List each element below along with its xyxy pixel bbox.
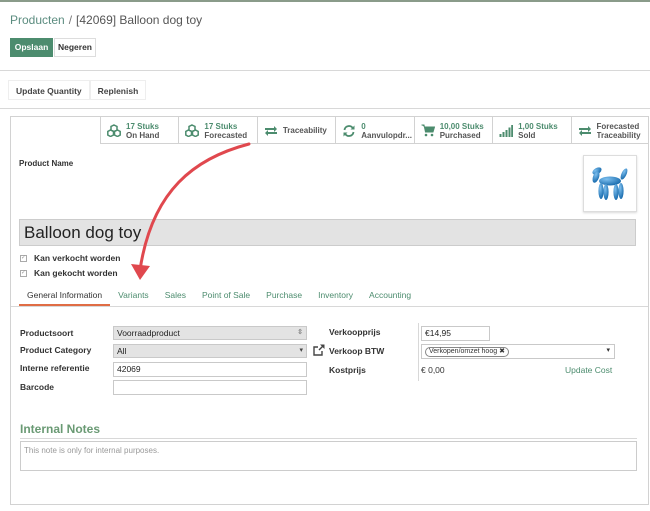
cart-icon bbox=[421, 124, 435, 138]
purchased-value: 10,00 Stuks bbox=[439, 121, 484, 131]
sold-value: 1,00 Stuks bbox=[518, 121, 558, 131]
internal-notes-placeholder: This note is only for internal purposes. bbox=[24, 446, 160, 455]
forecasted-button[interactable]: 17 Stuks Forecasted bbox=[178, 117, 256, 144]
update-quantity-button[interactable]: Update Quantity bbox=[8, 80, 90, 100]
product-category-label: Product Category bbox=[20, 345, 92, 355]
breadcrumb-current: [42069] Balloon dog toy bbox=[76, 13, 203, 27]
on-hand-button[interactable]: 17 Stuks On Hand bbox=[100, 117, 178, 144]
replenish-label: Aanvulopdr... bbox=[361, 130, 412, 140]
can-be-sold-checkbox[interactable]: ✓ bbox=[20, 254, 27, 262]
can-be-sold-row: ✓ Kan verkocht worden bbox=[20, 253, 120, 263]
internal-reference-input[interactable]: 42069 bbox=[113, 362, 307, 377]
discard-button[interactable]: Negeren bbox=[54, 38, 96, 57]
internal-notes-title: Internal Notes bbox=[20, 422, 101, 436]
product-image[interactable] bbox=[583, 155, 637, 212]
cubes-icon bbox=[185, 124, 200, 138]
barcode-label: Barcode bbox=[20, 382, 55, 392]
sales-tax-label: Verkoop BTW bbox=[329, 346, 385, 356]
tax-tag: Verkopen/omzet hoog ✖ bbox=[425, 347, 509, 357]
chevron-down-icon: ▾ bbox=[299, 347, 303, 354]
divider bbox=[0, 108, 650, 109]
on-hand-label: On Hand bbox=[126, 130, 160, 140]
sales-price-input[interactable]: €14,95 bbox=[421, 326, 490, 341]
can-be-purchased-checkbox[interactable]: ✓ bbox=[20, 269, 27, 277]
purchased-label: Purchased bbox=[439, 130, 481, 140]
breadcrumb-parent-link[interactable]: Producten bbox=[10, 13, 65, 27]
internal-reference-label: Interne referentie bbox=[20, 363, 90, 373]
tab-variants[interactable]: Variants bbox=[110, 286, 157, 306]
internal-notes-textarea[interactable]: This note is only for internal purposes. bbox=[20, 441, 637, 471]
sales-tax-field[interactable]: Verkopen/omzet hoog ✖ ▾ bbox=[421, 344, 615, 359]
notes-divider bbox=[20, 438, 637, 439]
smart-buttons: 17 Stuks On Hand 17 Stuks Forecasted Trace… bbox=[100, 117, 649, 144]
notebook-tabs: General Information Variants Sales Point… bbox=[19, 286, 419, 306]
chevron-down-icon[interactable]: ▾ bbox=[606, 346, 610, 354]
tab-sales[interactable]: Sales bbox=[157, 286, 194, 306]
top-border bbox=[0, 0, 650, 2]
sold-button[interactable]: 1,00 Stuks Sold bbox=[492, 117, 570, 144]
external-link-icon[interactable] bbox=[313, 344, 325, 356]
sales-price-label: Verkoopprijs bbox=[329, 327, 381, 337]
balloon-dog-image bbox=[592, 166, 628, 200]
forecasted-traceability-label: Traceability bbox=[596, 130, 641, 140]
product-type-label: Productsoort bbox=[20, 328, 74, 338]
sold-label: Sold bbox=[518, 130, 536, 140]
cost-label: Kostprijs bbox=[329, 365, 366, 375]
can-be-sold-label: Kan verkocht worden bbox=[34, 253, 121, 263]
barcode-input[interactable] bbox=[113, 380, 307, 395]
updown-caret-icon: ⇳ bbox=[297, 329, 303, 336]
forecasted-traceability-title: Forecasted bbox=[596, 121, 640, 131]
exchange-icon bbox=[578, 124, 592, 138]
replenish-button[interactable]: Replenish bbox=[89, 80, 147, 100]
can-be-purchased-label: Kan gekocht worden bbox=[34, 268, 118, 278]
save-button[interactable]: Opslaan bbox=[10, 38, 53, 57]
product-type-select[interactable]: Voorraadproduct ⇳ bbox=[113, 326, 307, 340]
refresh-icon bbox=[342, 124, 356, 138]
action-bar: Update Quantity Replenish bbox=[8, 80, 147, 100]
product-category-select[interactable]: All ▾ bbox=[113, 344, 307, 358]
replenish-value: 0 bbox=[361, 121, 366, 131]
breadcrumb-separator: / bbox=[68, 13, 73, 27]
replenish-rules-button[interactable]: 0 Aanvulopdr... bbox=[335, 117, 413, 144]
tab-point-of-sale[interactable]: Point of Sale bbox=[194, 286, 258, 306]
traceability-button[interactable]: Traceability bbox=[256, 117, 335, 144]
form-sheet: 17 Stuks On Hand 17 Stuks Forecasted Trace… bbox=[10, 116, 649, 505]
traceability-label: Traceability bbox=[282, 126, 327, 135]
tax-tag-label: Verkopen/omzet hoog bbox=[429, 348, 498, 355]
product-category-value: All bbox=[117, 346, 127, 356]
on-hand-value: 17 Stuks bbox=[126, 121, 159, 131]
cost-value: € 0,00 bbox=[421, 365, 445, 375]
forecasted-value: 17 Stuks bbox=[204, 121, 238, 131]
exchange-icon bbox=[264, 124, 278, 138]
can-be-purchased-row: ✓ Kan gekocht worden bbox=[20, 268, 118, 278]
forecasted-label: Forecasted bbox=[204, 130, 248, 140]
product-name-input[interactable]: Balloon dog toy bbox=[19, 219, 636, 246]
signal-icon bbox=[499, 124, 514, 138]
breadcrumb: Producten / [42069] Balloon dog toy bbox=[10, 13, 202, 27]
product-type-value: Voorraadproduct bbox=[117, 328, 180, 338]
update-cost-link[interactable]: Update Cost bbox=[565, 365, 612, 375]
forecasted-traceability-button[interactable]: Forecasted Traceability bbox=[570, 117, 649, 144]
tabs-divider bbox=[11, 306, 648, 307]
tab-general-information[interactable]: General Information bbox=[19, 286, 111, 306]
cubes-icon bbox=[107, 124, 121, 138]
column-separator bbox=[418, 323, 419, 381]
tag-remove-icon[interactable]: ✖ bbox=[499, 348, 505, 355]
tab-accounting[interactable]: Accounting bbox=[361, 286, 419, 306]
tab-inventory[interactable]: Inventory bbox=[310, 286, 361, 306]
purchased-button[interactable]: 10,00 Stuks Purchased bbox=[413, 117, 492, 144]
divider bbox=[0, 70, 650, 71]
product-name-label: Product Name bbox=[19, 159, 74, 168]
tab-purchase[interactable]: Purchase bbox=[258, 286, 310, 306]
